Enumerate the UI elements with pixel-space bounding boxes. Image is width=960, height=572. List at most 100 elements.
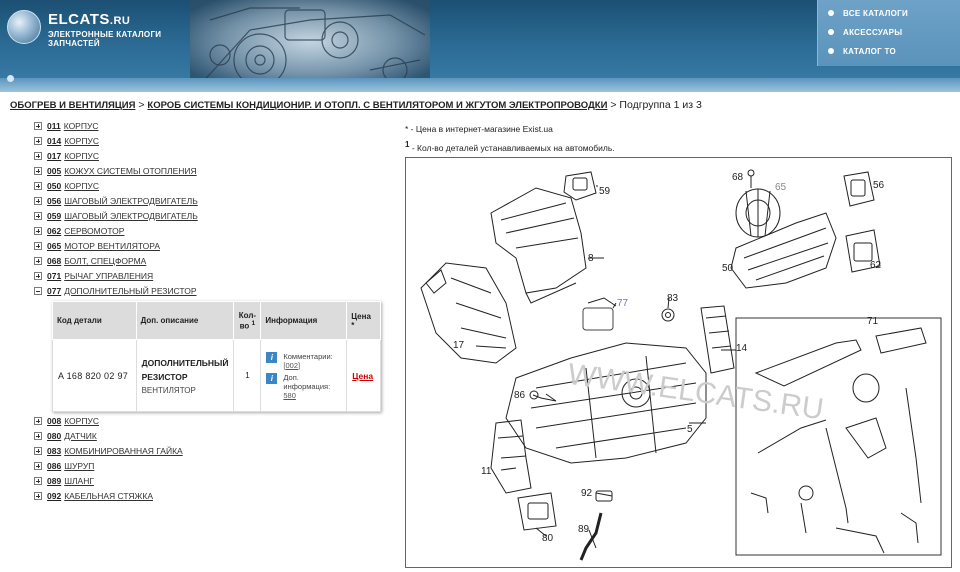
price-link[interactable]: Цена bbox=[352, 371, 373, 381]
expand-icon[interactable] bbox=[34, 137, 42, 145]
tree-item-089[interactable]: 089 ШЛАНГ bbox=[34, 474, 394, 489]
tree-item-code[interactable]: 050 bbox=[47, 181, 61, 191]
expand-icon[interactable] bbox=[34, 212, 42, 220]
tree-item-label[interactable]: КОРПУС bbox=[64, 151, 99, 161]
breadcrumb-link-ac-box[interactable]: КОРОБ СИСТЕМЫ КОНДИЦИОНИР. И ОТОПЛ. С ВЕ… bbox=[147, 100, 607, 111]
tree-item-code[interactable]: 005 bbox=[47, 166, 61, 176]
tree-item-label[interactable]: КОМБИНИРОВАННАЯ ГАЙКА bbox=[64, 446, 183, 456]
comment-link[interactable]: [002] bbox=[283, 361, 300, 370]
tree-item-label[interactable]: СЕРВОМОТОР bbox=[64, 226, 124, 236]
info-icon[interactable]: i bbox=[266, 372, 278, 384]
expand-icon[interactable] bbox=[34, 462, 42, 470]
tree-item-expanded[interactable]: 077 ДОПОЛНИТЕЛЬНЫЙ РЕЗИСТОР bbox=[34, 284, 394, 299]
callout-8[interactable]: 8 bbox=[588, 253, 594, 264]
tree-item-code[interactable]: 065 bbox=[47, 241, 61, 251]
tree-item-086[interactable]: 086 ШУРУП bbox=[34, 459, 394, 474]
tree-item-017[interactable]: 017 КОРПУС bbox=[34, 149, 394, 164]
callout-14[interactable]: 14 bbox=[736, 343, 748, 354]
expand-icon[interactable] bbox=[34, 197, 42, 205]
tree-item-005[interactable]: 005 КОЖУХ СИСТЕМЫ ОТОПЛЕНИЯ bbox=[34, 164, 394, 179]
tree-item-label[interactable]: ШАГОВЫЙ ЭЛЕКТРОДВИГАТЕЛЬ bbox=[64, 211, 198, 221]
tree-item-label[interactable]: ШУРУП bbox=[64, 461, 94, 471]
callout-77[interactable]: 77 bbox=[617, 298, 629, 309]
tree-item-008[interactable]: 008 КОРПУС bbox=[34, 414, 394, 429]
tree-item-label[interactable]: КОРПУС bbox=[64, 181, 99, 191]
nav-accessories[interactable]: АКСЕССУАРЫ bbox=[828, 28, 902, 37]
tree-item-code[interactable]: 092 bbox=[47, 491, 61, 501]
callout-92[interactable]: 92 bbox=[581, 488, 593, 499]
tree-item-label[interactable]: ДАТЧИК bbox=[64, 431, 97, 441]
exploded-view-drawing[interactable]: WWW.ELCATS.RU 59 68 65 56 8 50 62 77 83 … bbox=[406, 158, 952, 568]
callout-17[interactable]: 17 bbox=[453, 340, 465, 351]
callout-89[interactable]: 89 bbox=[578, 524, 590, 535]
expand-icon[interactable] bbox=[34, 477, 42, 485]
tree-item-code[interactable]: 080 bbox=[47, 431, 61, 441]
tree-item-label[interactable]: ШАГОВЫЙ ЭЛЕКТРОДВИГАТЕЛЬ bbox=[64, 196, 198, 206]
expand-icon[interactable] bbox=[34, 272, 42, 280]
tree-item-code[interactable]: 071 bbox=[47, 271, 61, 281]
callout-62[interactable]: 62 bbox=[870, 260, 882, 271]
expand-icon[interactable] bbox=[34, 447, 42, 455]
tree-item-011[interactable]: 011 КОРПУС bbox=[34, 119, 394, 134]
nav-maintenance-catalog[interactable]: КАТАЛОГ ТО bbox=[828, 47, 896, 56]
expand-icon[interactable] bbox=[34, 182, 42, 190]
tree-item-083[interactable]: 083 КОМБИНИРОВАННАЯ ГАЙКА bbox=[34, 444, 394, 459]
expand-icon[interactable] bbox=[34, 152, 42, 160]
tree-item-065[interactable]: 065 МОТОР ВЕНТИЛЯТОРА bbox=[34, 239, 394, 254]
expand-icon[interactable] bbox=[34, 167, 42, 175]
tree-item-label[interactable]: КАБЕЛЬНАЯ СТЯЖКА bbox=[64, 491, 153, 501]
callout-11[interactable]: 11 bbox=[481, 466, 492, 477]
breadcrumb-link-heating[interactable]: ОБОГРЕВ И ВЕНТИЛЯЦИЯ bbox=[10, 100, 135, 111]
callout-80[interactable]: 80 bbox=[542, 533, 554, 544]
callout-65[interactable]: 65 bbox=[775, 182, 787, 193]
callout-50[interactable]: 50 bbox=[722, 263, 734, 274]
info-icon[interactable]: i bbox=[266, 351, 278, 363]
tree-item-050[interactable]: 050 КОРПУС bbox=[34, 179, 394, 194]
tree-item-label[interactable]: КОРПУС bbox=[64, 416, 99, 426]
tree-item-label[interactable]: МОТОР ВЕНТИЛЯТОРА bbox=[64, 241, 160, 251]
tree-item-code[interactable]: 008 bbox=[47, 416, 61, 426]
expand-icon[interactable] bbox=[34, 257, 42, 265]
tree-item-080[interactable]: 080 ДАТЧИК bbox=[34, 429, 394, 444]
tree-item-code[interactable]: 068 bbox=[47, 256, 61, 266]
tree-item-092[interactable]: 092 КАБЕЛЬНАЯ СТЯЖКА bbox=[34, 489, 394, 504]
expand-icon[interactable] bbox=[34, 492, 42, 500]
tree-item-code[interactable]: 062 bbox=[47, 226, 61, 236]
expand-icon[interactable] bbox=[34, 227, 42, 235]
tree-item-code[interactable]: 017 bbox=[47, 151, 61, 161]
tree-item-068[interactable]: 068 БОЛТ, СПЕЦФОРМА bbox=[34, 254, 394, 269]
tree-item-071[interactable]: 071 РЫЧАГ УПРАВЛЕНИЯ bbox=[34, 269, 394, 284]
callout-56[interactable]: 56 bbox=[873, 180, 885, 191]
tree-item-014[interactable]: 014 КОРПУС bbox=[34, 134, 394, 149]
logo-title[interactable]: ELCATS.RU bbox=[48, 11, 130, 28]
tree-item-code[interactable]: 056 bbox=[47, 196, 61, 206]
callout-86[interactable]: 86 bbox=[514, 390, 526, 401]
tree-item-code[interactable]: 059 bbox=[47, 211, 61, 221]
globe-logo-icon[interactable] bbox=[7, 10, 41, 44]
tree-item-label[interactable]: ШЛАНГ bbox=[64, 476, 94, 486]
callout-5[interactable]: 5 bbox=[687, 424, 693, 435]
tree-item-code[interactable]: 089 bbox=[47, 476, 61, 486]
extra-info-link[interactable]: 580 bbox=[283, 391, 296, 400]
expand-icon[interactable] bbox=[34, 122, 42, 130]
tree-item-label[interactable]: РЫЧАГ УПРАВЛЕНИЯ bbox=[64, 271, 153, 281]
callout-68[interactable]: 68 bbox=[732, 172, 744, 183]
tree-item-062[interactable]: 062 СЕРВОМОТОР bbox=[34, 224, 394, 239]
tree-item-code[interactable]: 014 bbox=[47, 136, 61, 146]
parts-diagram[interactable]: WWW.ELCATS.RU 59 68 65 56 8 50 62 77 83 … bbox=[405, 157, 952, 568]
nav-all-catalogs[interactable]: ВСЕ КАТАЛОГИ bbox=[828, 9, 908, 18]
callout-59[interactable]: 59 bbox=[599, 186, 611, 197]
callout-71[interactable]: 71 bbox=[867, 316, 879, 327]
collapse-icon[interactable] bbox=[34, 287, 42, 295]
callout-83[interactable]: 83 bbox=[667, 293, 679, 304]
tree-item-code[interactable]: 086 bbox=[47, 461, 61, 471]
tree-item-056[interactable]: 056 ШАГОВЫЙ ЭЛЕКТРОДВИГАТЕЛЬ bbox=[34, 194, 394, 209]
tree-item-059[interactable]: 059 ШАГОВЫЙ ЭЛЕКТРОДВИГАТЕЛЬ bbox=[34, 209, 394, 224]
expand-icon[interactable] bbox=[34, 242, 42, 250]
tree-item-label[interactable]: БОЛТ, СПЕЦФОРМА bbox=[64, 256, 146, 266]
tree-item-code[interactable]: 011 bbox=[47, 121, 61, 131]
tree-item-code[interactable]: 083 bbox=[47, 446, 61, 456]
tree-item-label[interactable]: КОРПУС bbox=[64, 136, 99, 146]
tree-item-label[interactable]: КОРПУС bbox=[64, 121, 99, 131]
expand-icon[interactable] bbox=[34, 432, 42, 440]
